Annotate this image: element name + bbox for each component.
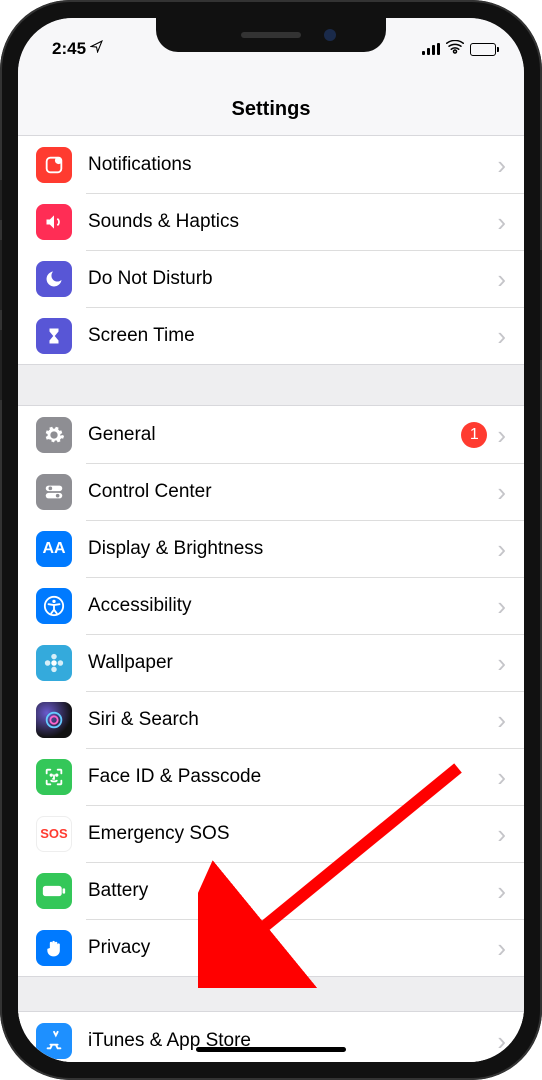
row-label: General [88,424,461,446]
chevron-right-icon: › [497,764,506,790]
chevron-right-icon: › [497,1028,506,1054]
row-accessibility[interactable]: Accessibility › [18,577,524,634]
notch [156,18,386,52]
mute-switch [0,180,2,220]
row-sos[interactable]: SOS Emergency SOS › [18,805,524,862]
page-title: Settings [18,66,524,136]
settings-section-1: General 1 › Control Center › AA Display … [18,406,524,976]
screen: 2:45 Settings Notifications [18,18,524,1062]
settings-section-2: iTunes & App Store › [18,1012,524,1062]
row-label: Do Not Disturb [88,268,497,290]
row-wallpaper[interactable]: Wallpaper › [18,634,524,691]
row-notifications[interactable]: Notifications › [18,136,524,193]
hand-icon [36,930,72,966]
chevron-right-icon: › [497,878,506,904]
row-label: Screen Time [88,325,497,347]
chevron-right-icon: › [497,593,506,619]
row-display[interactable]: AA Display & Brightness › [18,520,524,577]
row-label: Battery [88,880,497,902]
gear-icon [36,417,72,453]
row-label: Wallpaper [88,652,497,674]
moon-icon [36,261,72,297]
row-privacy[interactable]: Privacy › [18,919,524,976]
section-separator [18,364,524,406]
chevron-right-icon: › [497,650,506,676]
battery-icon [36,873,72,909]
chevron-right-icon: › [497,209,506,235]
notification-badge: 1 [461,422,487,448]
row-label: Privacy [88,937,497,959]
row-dnd[interactable]: Do Not Disturb › [18,250,524,307]
row-label: Siri & Search [88,709,497,731]
row-label: Notifications [88,154,497,176]
notifications-icon [36,147,72,183]
row-label: Control Center [88,481,497,503]
status-time: 2:45 [52,39,86,59]
chevron-right-icon: › [497,152,506,178]
row-label: Emergency SOS [88,823,497,845]
row-itunes[interactable]: iTunes & App Store › [18,1012,524,1062]
row-label: Display & Brightness [88,538,497,560]
appstore-icon [36,1023,72,1059]
chevron-right-icon: › [497,479,506,505]
row-faceid[interactable]: Face ID & Passcode › [18,748,524,805]
chevron-right-icon: › [497,707,506,733]
earpiece [241,32,301,38]
cell-signal-icon [422,43,440,55]
hourglass-icon [36,318,72,354]
sos-icon: SOS [36,816,72,852]
textsize-icon: AA [36,531,72,567]
row-label: Sounds & Haptics [88,211,497,233]
settings-section-0: Notifications › Sounds & Haptics › Do No… [18,136,524,364]
chevron-right-icon: › [497,821,506,847]
home-indicator[interactable] [196,1047,346,1052]
battery-icon [470,43,496,56]
accessibility-icon [36,588,72,624]
row-controlcenter[interactable]: Control Center › [18,463,524,520]
chevron-right-icon: › [497,422,506,448]
location-arrow-icon [90,40,103,56]
front-camera [324,29,336,41]
row-battery[interactable]: Battery › [18,862,524,919]
chevron-right-icon: › [497,536,506,562]
phone-frame: 2:45 Settings Notifications [0,0,542,1080]
chevron-right-icon: › [497,323,506,349]
siri-icon [36,702,72,738]
flower-icon [36,645,72,681]
chevron-right-icon: › [497,935,506,961]
section-separator [18,976,524,1012]
row-screentime[interactable]: Screen Time › [18,307,524,364]
row-siri[interactable]: Siri & Search › [18,691,524,748]
volume-down-button [0,330,2,400]
speaker-icon [36,204,72,240]
row-general[interactable]: General 1 › [18,406,524,463]
chevron-right-icon: › [497,266,506,292]
faceid-icon [36,759,72,795]
toggles-icon [36,474,72,510]
volume-up-button [0,240,2,310]
row-label: Accessibility [88,595,497,617]
row-label: Face ID & Passcode [88,766,497,788]
wifi-icon [446,40,464,58]
row-sounds[interactable]: Sounds & Haptics › [18,193,524,250]
